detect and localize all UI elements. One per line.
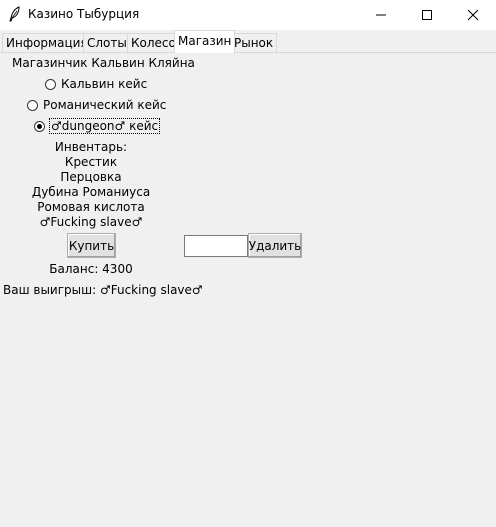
radio-dungeon-case[interactable]: ♂dungeon♂ кейс [34,117,161,135]
radio-button[interactable] [34,120,45,132]
close-icon [467,9,479,21]
delete-item-input[interactable] [184,235,248,257]
inventory-item: Перцовка [60,170,122,184]
radio-button[interactable] [27,99,38,111]
win-label: Ваш выигрыш: ♂Fucking slave♂ [3,283,203,297]
minimize-button[interactable] [358,0,404,30]
inventory-item: Дубина Романиуса [31,185,151,199]
inventory-item: ♂Fucking slave♂ [39,215,143,229]
balance-label: Баланс: 4300 [49,262,133,276]
inventory-title: Инвентарь: [54,140,128,154]
close-button[interactable] [450,0,496,30]
maximize-button[interactable] [404,0,450,30]
feather-icon [9,6,20,22]
radio-label: Романический кейс [43,98,167,112]
radio-label: ♂dungeon♂ кейс [48,118,161,134]
window-title: Казино Тыбурция [28,7,140,21]
tab-wheel[interactable]: Колесо [127,33,180,52]
buy-button[interactable]: Купить [67,233,116,258]
delete-button[interactable]: Удалить [248,233,302,258]
radio-calvin-case[interactable]: Кальвин кейс [45,75,147,93]
title-bar: Казино Тыбурция [0,0,496,30]
tab-slots[interactable]: Слоты [83,33,131,52]
maximize-icon [422,10,432,20]
inventory-item: Крестик [64,155,118,169]
radio-romanic-case[interactable]: Романический кейс [27,96,166,114]
tab-shop[interactable]: Магазин [174,30,236,53]
inventory-item: Ромовая кислота [37,200,145,214]
tab-info[interactable]: Информация [2,33,92,52]
radio-button[interactable] [45,78,56,90]
radio-label: Кальвин кейс [61,77,148,91]
minimize-icon [376,14,386,16]
tab-market[interactable]: Рынок [230,33,278,52]
shop-heading: Магазинчик Кальвин Кляйна [12,56,195,70]
